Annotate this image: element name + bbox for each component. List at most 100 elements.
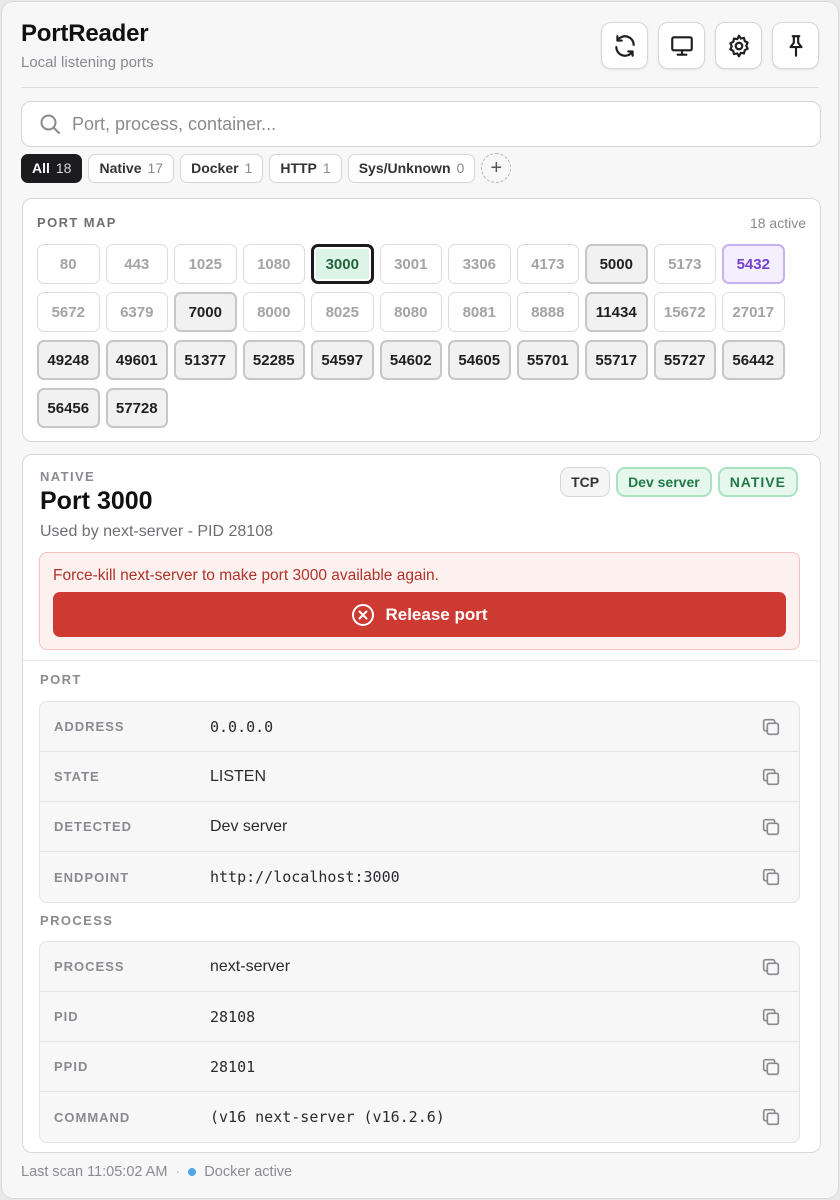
info-value: (v16 next-server (v16.2.6) (210, 1108, 445, 1126)
filter-chip-native[interactable]: Native 17 (88, 153, 175, 183)
filter-chips: All 18 Native 17 Docker 1 HTTP 1 Sys/Unk… (21, 153, 512, 183)
info-key: PID (54, 1009, 79, 1024)
copy-button[interactable] (759, 865, 783, 889)
close-circle-icon (352, 603, 375, 626)
divider (23, 660, 820, 661)
filter-label: Sys/Unknown (358, 160, 451, 176)
filter-count: 0 (456, 160, 465, 176)
refresh-button[interactable] (601, 22, 648, 69)
info-value: 28108 (210, 1007, 256, 1026)
port-tile[interactable]: 57728 (105, 388, 168, 428)
app-window: PortReader Local listening ports All 18 (1, 1, 839, 1199)
copy-icon (762, 718, 780, 735)
copy-button[interactable] (759, 815, 783, 839)
info-row: PID 28108 (40, 992, 799, 1042)
filter-label: Docker (191, 160, 239, 176)
info-row: PPID 28101 (40, 1042, 799, 1092)
last-scan-text: Last scan 11:05:02 AM (21, 1164, 168, 1180)
copy-icon (762, 768, 780, 785)
gear-icon (728, 34, 749, 57)
pin-icon (789, 34, 802, 57)
copy-button[interactable] (759, 1055, 783, 1079)
copy-icon (762, 1108, 780, 1126)
port-tile[interactable]: 443 (105, 244, 168, 284)
copy-button[interactable] (759, 765, 783, 789)
port-tile[interactable]: 52285 (242, 340, 305, 380)
add-filter-button[interactable]: + (481, 153, 512, 183)
port-tile[interactable]: 8081 (448, 292, 511, 332)
copy-button[interactable] (759, 955, 783, 979)
copy-button[interactable] (759, 715, 783, 739)
info-value: next-server (210, 957, 291, 975)
filter-chip-docker[interactable]: Docker 1 (180, 153, 264, 183)
port-tile[interactable]: 55701 (516, 340, 579, 380)
port-tile[interactable]: 6379 (105, 292, 168, 332)
search-icon (40, 114, 60, 134)
monitor-icon (670, 35, 693, 56)
port-tile[interactable]: 5173 (653, 244, 716, 284)
copy-icon (762, 818, 780, 835)
port-tile[interactable]: 54602 (379, 340, 442, 380)
copy-button[interactable] (759, 1005, 783, 1029)
port-tile[interactable]: 7000 (174, 292, 237, 332)
port-tile[interactable]: 3001 (379, 244, 442, 284)
info-value: 28101 (210, 1057, 256, 1076)
plus-icon: + (490, 156, 503, 179)
port-tile[interactable]: 8888 (516, 292, 579, 332)
port-tile[interactable]: 51377 (174, 340, 237, 380)
display-button[interactable] (658, 22, 705, 69)
port-tile[interactable]: 56456 (37, 388, 100, 428)
port-tile[interactable]: 11434 (585, 292, 648, 332)
port-tile[interactable]: 55727 (653, 340, 716, 380)
info-row: STATE LISTEN (40, 752, 799, 802)
port-tile[interactable]: 49248 (37, 340, 100, 380)
port-tile[interactable]: 54597 (311, 340, 374, 380)
port-tile[interactable]: 1080 (242, 244, 305, 284)
filter-count: 18 (55, 160, 72, 176)
port-tile[interactable]: 1025 (174, 244, 237, 284)
settings-button[interactable] (715, 22, 762, 69)
port-section-label: PORT (40, 672, 82, 687)
filter-label: Native (99, 160, 142, 176)
port-tile[interactable]: 54605 (448, 340, 511, 380)
info-key: STATE (54, 769, 100, 784)
pin-button[interactable] (772, 22, 819, 69)
port-tile[interactable]: 49601 (105, 340, 168, 380)
info-value: LISTEN (210, 767, 267, 785)
docker-status-text: Docker active (204, 1164, 293, 1180)
port-tile[interactable]: 5672 (37, 292, 100, 332)
copy-button[interactable] (759, 1105, 783, 1129)
info-value: Dev server (210, 817, 288, 835)
port-tile[interactable]: 55717 (585, 340, 648, 380)
filter-chip-sys-unknown[interactable]: Sys/Unknown 0 (347, 153, 476, 183)
port-tile[interactable]: 27017 (722, 292, 785, 332)
port-tile[interactable]: 8080 (379, 292, 442, 332)
filter-count: 1 (322, 160, 331, 176)
port-tile[interactable]: 15672 (653, 292, 716, 332)
port-tile[interactable]: 4173 (516, 244, 579, 284)
filter-chip-all[interactable]: All 18 (21, 153, 83, 183)
filter-chip-http[interactable]: HTTP 1 (269, 153, 342, 183)
port-detail-panel: NATIVE Port 3000 Used by next-server - P… (22, 454, 821, 1153)
port-tile[interactable]: 3306 (448, 244, 511, 284)
filter-label: All (32, 160, 50, 176)
protocol-badge: TCP (560, 467, 611, 497)
filter-label: HTTP (280, 160, 317, 176)
info-value: http://localhost:3000 (210, 868, 400, 886)
search-box[interactable] (21, 101, 821, 147)
process-section-label: PROCESS (40, 913, 114, 928)
port-tile[interactable]: 5000 (585, 244, 648, 284)
search-input[interactable] (72, 113, 772, 135)
port-grid: 80 443 1025 1080 3000 3001 3306 4173 5000 5173 543… (37, 244, 797, 428)
filter-count: 17 (147, 160, 164, 176)
docker-status-dot (188, 1168, 197, 1176)
port-tile[interactable]: 8000 (242, 292, 305, 332)
port-tile[interactable]: 56442 (722, 340, 785, 380)
port-tile[interactable]: 3000 (311, 244, 374, 284)
port-tile[interactable]: 8025 (311, 292, 374, 332)
header: PortReader Local listening ports (21, 20, 819, 88)
release-port-button[interactable]: Release port (53, 592, 786, 637)
port-tile[interactable]: 5432 (722, 244, 785, 284)
info-value: 0.0.0.0 (210, 717, 274, 736)
port-tile[interactable]: 80 (37, 244, 100, 284)
